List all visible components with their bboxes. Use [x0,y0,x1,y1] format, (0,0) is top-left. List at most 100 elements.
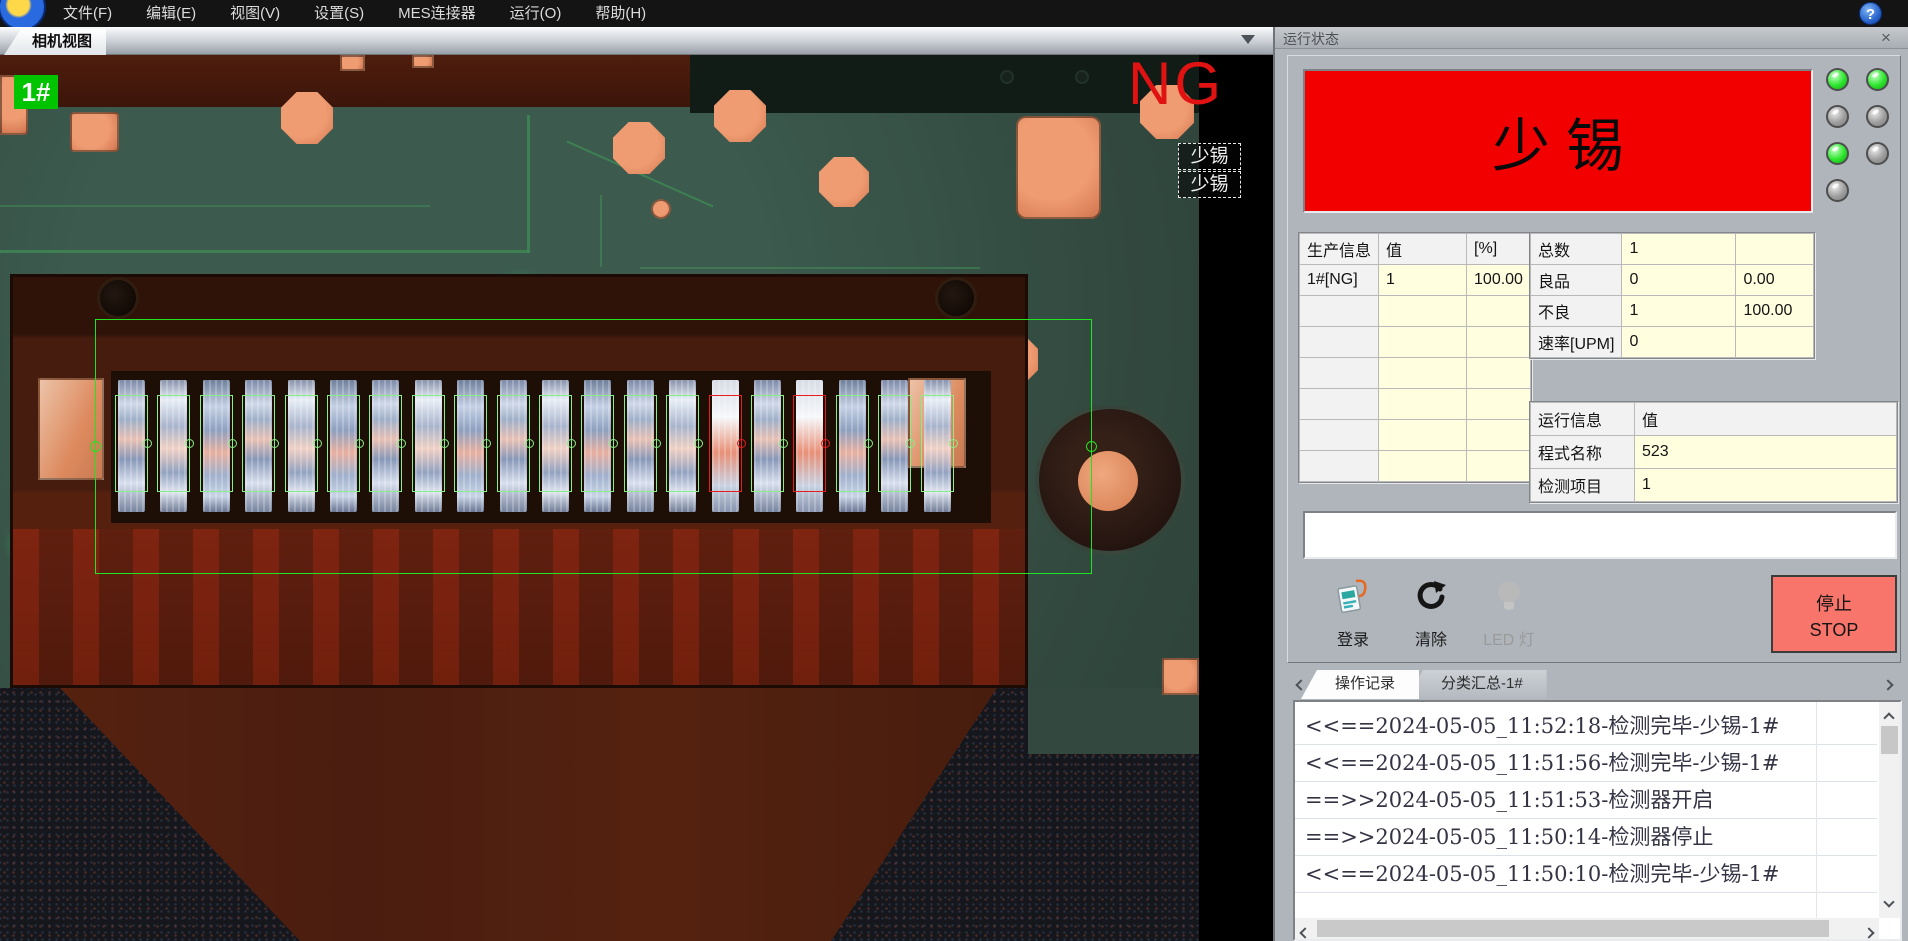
panel-title-bar: 运行状态 × [1275,27,1908,49]
mount-hole [97,277,139,319]
login-button[interactable]: 登录 [1321,577,1385,655]
header-cell: 值 [1635,403,1897,436]
horizontal-scrollbar[interactable] [1295,918,1879,939]
cell [1467,296,1531,327]
cell: 程式名称 [1531,436,1635,469]
log-tab-1[interactable]: 分类汇总-1# [1407,670,1547,699]
header-cell: 运行信息 [1531,403,1635,436]
indicator-light-off [1826,179,1849,202]
via [1000,70,1014,84]
menu-item[interactable]: MES连接器 [381,0,493,27]
vertical-scrollbar[interactable] [1879,702,1900,918]
production-table: 生产信息值[%]1#[NG]1100.00 [1298,232,1532,483]
tab-scroll-left-icon[interactable] [1297,676,1307,686]
pcb-trace [527,115,530,253]
log-grid-line [1816,702,1817,918]
pcb-trace [0,250,530,253]
log-entry: <<==2024-05-05_11:52:18-检测完毕-少锡-1# [1295,708,1877,745]
cell [1467,451,1531,482]
table-row: 速率[UPM]0 [1531,327,1814,358]
indicator-light-on [1826,142,1849,165]
app-logo-icon [0,0,46,27]
status-result-box: 少锡 [1303,69,1813,213]
cell: 1#[NG] [1300,265,1379,296]
defect-tag: 少锡 [1178,171,1241,198]
log-tabs: 操作记录分类汇总-1# [1313,670,1547,699]
copper-pad [340,55,365,71]
cell [1467,327,1531,358]
cell [1467,358,1531,389]
indicator-light-off [1826,105,1849,128]
tab-camera-view[interactable]: 相机视图 [4,29,106,55]
table-header-row: 运行信息值 [1531,403,1897,436]
cell: 总数 [1531,234,1622,265]
status-result-text: 少锡 [1476,99,1640,183]
indicator-light-off [1866,142,1889,165]
tab-scroll-right-icon[interactable] [1884,676,1894,686]
cell [1379,451,1467,482]
cell: 0.00 [1736,265,1814,296]
camera-view-area[interactable]: 1# NG 少锡 少锡 [0,55,1273,941]
message-box[interactable] [1303,511,1897,559]
cell: 不良 [1531,296,1622,327]
close-icon[interactable]: × [1876,28,1896,48]
table-row: 良品00.00 [1531,265,1814,296]
scroll-right-icon[interactable] [1865,924,1873,941]
tab-list-dropdown-icon[interactable] [1241,35,1255,44]
login-badge-icon [1334,577,1372,617]
stop-label-cn: 停止 [1773,591,1895,617]
table-row: 1#[NG]1100.00 [1300,265,1531,296]
menu-item[interactable]: 运行(O) [493,0,579,27]
roi-handle [1086,441,1097,452]
cell [1736,234,1814,265]
operation-log[interactable]: <<==2024-05-05_11:52:18-检测完毕-少锡-1#<<==20… [1293,700,1902,941]
cell: 0 [1622,265,1736,296]
statistics-table: 总数1良品00.00不良1100.00速率[UPM]0 [1529,232,1815,359]
roi-handle [90,441,101,452]
pcb-photo [0,55,1199,941]
menu-item[interactable]: 文件(F) [46,0,129,27]
menu-item[interactable]: 设置(S) [297,0,381,27]
cell [1300,358,1379,389]
cell: 0 [1622,327,1736,358]
log-tab-0[interactable]: 操作记录 [1301,670,1419,699]
indicator-light-on [1866,68,1889,91]
copper-pad [412,55,434,68]
menu-item[interactable]: 帮助(H) [578,0,663,27]
scroll-up-icon[interactable] [1885,709,1893,727]
header-cell: [%] [1467,234,1531,265]
indicator-light-off [1866,105,1889,128]
cell: 检测项目 [1531,469,1635,502]
copper-pad [1016,116,1101,219]
clear-label: 清除 [1399,626,1463,650]
cell [1467,420,1531,451]
log-entry: <<==2024-05-05_11:51:56-检测完毕-少锡-1# [1295,745,1877,782]
scroll-down-icon[interactable] [1885,893,1893,911]
help-icon[interactable]: ? [1859,2,1882,25]
table-row [1300,451,1531,482]
menu-item[interactable]: 编辑(E) [129,0,213,27]
cell: 速率[UPM] [1531,327,1622,358]
indicator-lights [1826,68,1889,202]
cell: 100.00 [1736,296,1814,327]
table-row [1300,358,1531,389]
clear-button[interactable]: 清除 [1399,577,1463,655]
table-row [1300,389,1531,420]
vertical-scroll-thumb[interactable] [1881,726,1898,754]
panel-title: 运行状态 [1283,29,1339,49]
cell [1379,389,1467,420]
cell [1300,389,1379,420]
stop-button[interactable]: 停止 STOP [1771,575,1897,653]
header-cell: 生产信息 [1300,234,1379,265]
menu-item[interactable]: 视图(V) [213,0,297,27]
scroll-left-icon[interactable] [1301,924,1309,941]
horizontal-scroll-thumb[interactable] [1317,920,1829,937]
view-tab-bar: 相机视图 [0,27,1273,55]
inspection-result-label: NG [1128,55,1224,118]
cell [1467,389,1531,420]
led-button[interactable]: LED 灯 [1477,577,1541,655]
defect-tag: 少锡 [1178,143,1241,170]
cell [1379,420,1467,451]
pcb-trace [600,195,602,267]
led-label: LED 灯 [1477,626,1541,650]
